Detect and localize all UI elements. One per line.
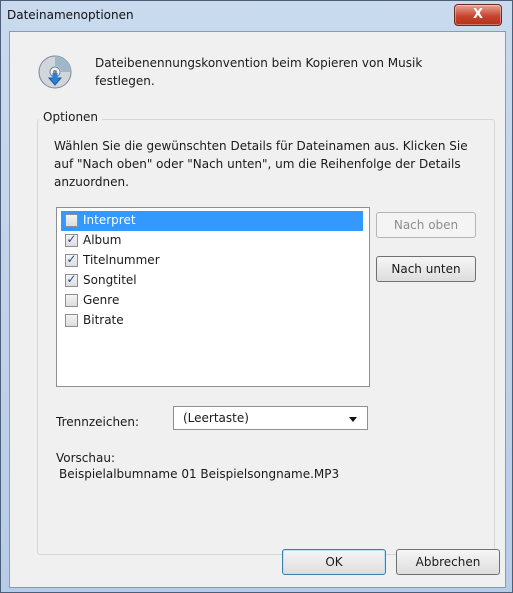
list-item-label: Album [83, 233, 122, 247]
options-group-legend: Optionen [39, 110, 103, 124]
instructions-text: Wählen Sie die gewünschten Details für D… [54, 139, 468, 189]
title-bar[interactable]: Dateinamenoptionen X [1, 1, 512, 31]
checkmark-icon: ✓ [66, 232, 77, 246]
dialog-body: Dateibenennungskonvention beim Kopieren … [9, 31, 506, 588]
list-item-interpret[interactable]: Interpret [61, 211, 363, 231]
checkbox-interpret[interactable] [65, 214, 78, 227]
list-item-genre[interactable]: Genre [61, 291, 363, 311]
list-item-titelnummer[interactable]: ✓ Titelnummer [61, 251, 363, 271]
dialog-window: Dateinamenoptionen X Dateibenennungskonv… [0, 0, 513, 593]
preview-label: Vorschau: [56, 451, 116, 465]
list-item-label: Interpret [83, 213, 136, 227]
checkbox-album[interactable]: ✓ [65, 232, 78, 247]
details-listbox[interactable]: Interpret ✓ Album ✓ Titelnummer ✓ Songti… [56, 207, 370, 387]
chevron-down-icon [349, 417, 357, 422]
close-icon: X [472, 7, 484, 22]
checkbox-genre[interactable] [65, 294, 78, 307]
dialog-description: Dateibenennungskonvention beim Kopieren … [95, 56, 423, 88]
checkmark-icon: ✓ [66, 272, 77, 286]
checkmark-icon: ✓ [66, 252, 77, 266]
list-item-label: Songtitel [83, 273, 137, 287]
close-button[interactable]: X [454, 4, 502, 26]
window-title: Dateinamenoptionen [7, 8, 134, 22]
separator-dropdown[interactable]: (Leertaste) [173, 406, 368, 430]
checkbox-bitrate[interactable] [65, 314, 78, 327]
ok-button[interactable]: OK [282, 549, 386, 575]
preview-value: Beispielalbumname 01 Beispielsongname.MP… [59, 467, 340, 481]
checkbox-songtitel[interactable]: ✓ [65, 272, 78, 287]
list-item-label: Titelnummer [83, 253, 160, 267]
move-down-button[interactable]: Nach unten [376, 256, 476, 282]
separator-value: (Leertaste) [183, 411, 249, 425]
cancel-button[interactable]: Abbrechen [396, 549, 500, 575]
list-item-label: Genre [83, 293, 120, 307]
cd-icon [38, 55, 72, 89]
list-item-bitrate[interactable]: Bitrate [61, 311, 363, 331]
list-item-label: Bitrate [83, 313, 124, 327]
move-up-button[interactable]: Nach oben [376, 212, 476, 238]
separator-label: Trennzeichen: [56, 415, 140, 429]
list-item-album[interactable]: ✓ Album [61, 231, 363, 251]
list-item-songtitel[interactable]: ✓ Songtitel [61, 271, 363, 291]
checkbox-titelnummer[interactable]: ✓ [65, 252, 78, 267]
